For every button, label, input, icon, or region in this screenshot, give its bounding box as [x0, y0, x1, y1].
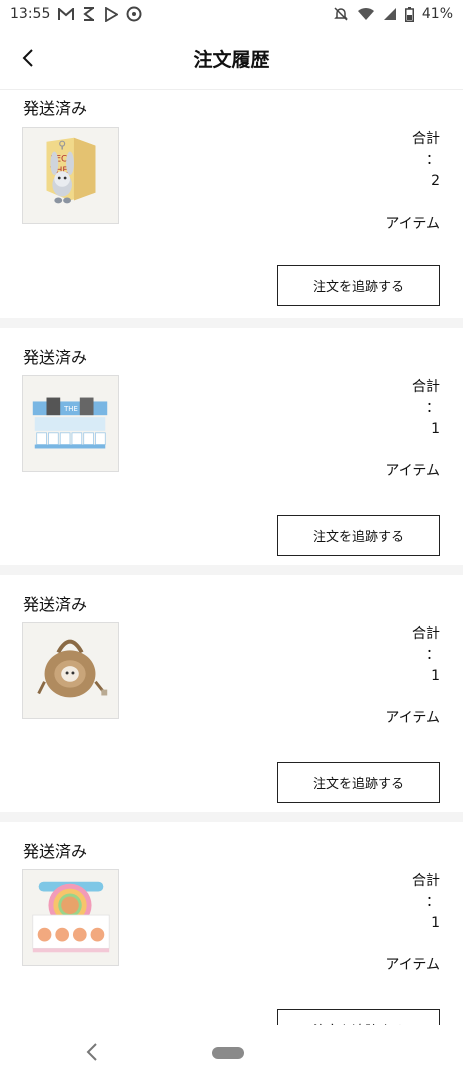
- order-status: 発送済み: [23, 348, 88, 367]
- section-divider: [0, 318, 463, 328]
- svg-text:THE: THE: [63, 405, 78, 413]
- page-title: 注文履歴: [193, 49, 270, 71]
- total-label: 合計: [412, 626, 440, 642]
- section-divider: [0, 812, 463, 822]
- assistant-icon: [126, 6, 142, 22]
- battery-percent: 41%: [421, 6, 453, 22]
- app-header: 注文履歴: [0, 30, 463, 90]
- product-thumbnail[interactable]: [22, 869, 119, 966]
- status-bar: 13:55 41%: [0, 0, 463, 28]
- wifi-icon: [357, 7, 375, 21]
- status-time: 13:55: [10, 6, 51, 22]
- total-count: 2: [431, 173, 440, 189]
- total-colon: ：: [426, 647, 440, 663]
- track-order-button[interactable]: 注文を追跡する: [277, 515, 440, 556]
- track-order-button[interactable]: 注文を追跡する: [277, 265, 440, 306]
- total-unit: アイテム: [385, 463, 440, 479]
- s-app-icon: [82, 7, 96, 21]
- total-count: 1: [431, 421, 440, 437]
- total-unit: アイテム: [385, 710, 440, 726]
- section-divider: [0, 565, 463, 575]
- total-label: 合計: [412, 379, 440, 395]
- play-store-icon: [104, 6, 119, 22]
- plush-bag-image: [23, 623, 118, 718]
- product-thumbnail[interactable]: FEC THE: [22, 127, 119, 224]
- order-card: 発送済み THE 合計 ： 1 アイテム 注文を追跡する: [0, 328, 463, 565]
- total-label: 合計: [412, 131, 440, 147]
- order-card: 発送済み 合計 ： 1 アイテム 注文を追跡する: [0, 822, 463, 1025]
- nav-back-icon[interactable]: [83, 1040, 103, 1064]
- total-unit: アイテム: [385, 216, 440, 232]
- order-list[interactable]: 発送済み FEC THE 合計 ： 2 アイテム 注文を追跡する 発送済み TH…: [0, 91, 463, 1025]
- home-pill-icon[interactable]: [212, 1047, 244, 1059]
- keychain-blind-box-image: FEC THE: [23, 128, 118, 223]
- total-colon: ：: [426, 400, 440, 416]
- total-count: 1: [431, 668, 440, 684]
- order-card: 発送済み 合計 ： 1 アイテム 注文を追跡する: [0, 575, 463, 812]
- total-count: 1: [431, 915, 440, 931]
- order-total: 合計 ： 2: [412, 129, 440, 192]
- order-card: 発送済み FEC THE 合計 ： 2 アイテム 注文を追跡する: [0, 91, 463, 318]
- product-thumbnail[interactable]: THE: [22, 375, 119, 472]
- order-status: 発送済み: [23, 99, 88, 118]
- track-order-button[interactable]: 注文を追跡する: [277, 762, 440, 803]
- battery-icon: [404, 6, 414, 22]
- order-status: 発送済み: [23, 842, 88, 861]
- rainbow-blind-box-set-image: [23, 870, 118, 965]
- gmail-icon: [58, 7, 75, 21]
- order-status: 発送済み: [23, 595, 88, 614]
- order-total: 合計 ： 1: [412, 377, 440, 440]
- total-colon: ：: [426, 894, 440, 910]
- track-order-button[interactable]: 注文を追跡する: [277, 1009, 440, 1025]
- order-total: 合計 ： 1: [412, 624, 440, 687]
- total-colon: ：: [426, 152, 440, 168]
- status-bar-left: 13:55: [10, 6, 142, 22]
- status-bar-right: 41%: [333, 6, 453, 22]
- blind-box-display-image: THE: [23, 376, 118, 471]
- signal-icon: [383, 7, 397, 21]
- system-nav-bar: [0, 1025, 463, 1080]
- product-thumbnail[interactable]: [22, 622, 119, 719]
- total-unit: アイテム: [385, 957, 440, 973]
- order-total: 合計 ： 1: [412, 871, 440, 934]
- total-label: 合計: [412, 873, 440, 889]
- mute-icon: [333, 6, 349, 22]
